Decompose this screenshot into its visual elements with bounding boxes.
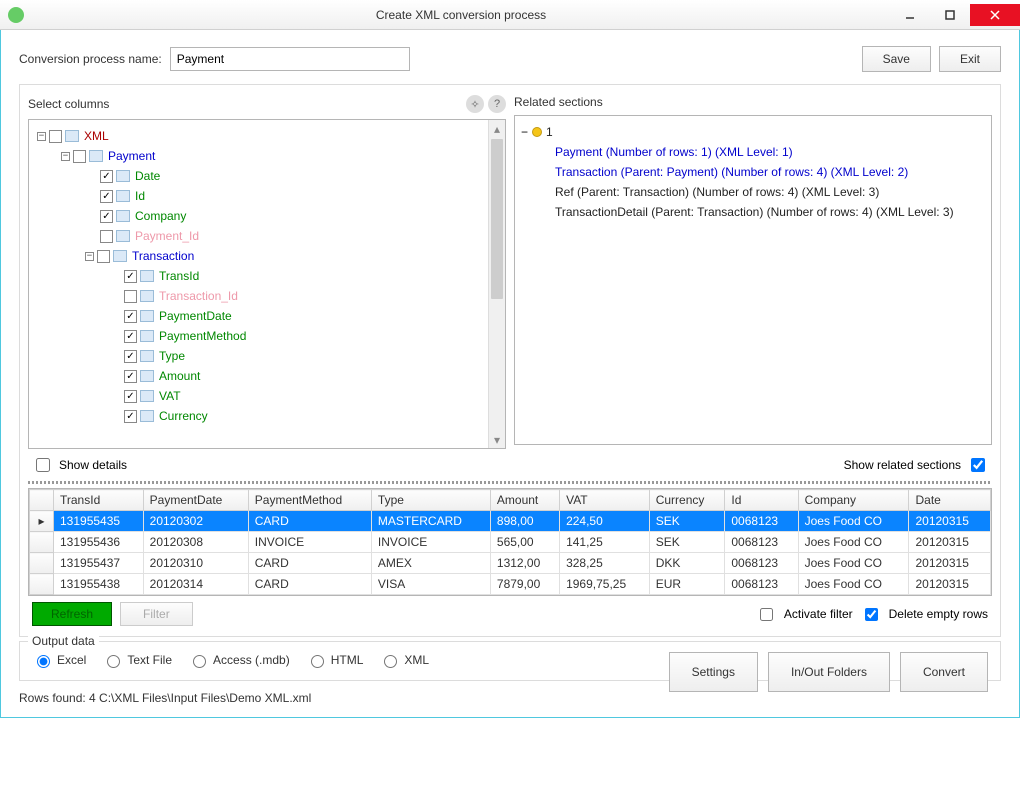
table-row[interactable]: ▸13195543520120302CARDMASTERCARD898,0022… — [30, 511, 991, 532]
filter-button[interactable]: Filter — [120, 602, 193, 626]
show-details-checkbox[interactable] — [36, 458, 50, 472]
delete-empty-label: Delete empty rows — [889, 607, 988, 621]
tree-scrollbar[interactable]: ▴▾ — [488, 120, 505, 448]
col-currency[interactable]: Currency — [649, 490, 725, 511]
process-name-label: Conversion process name: — [19, 52, 162, 66]
related-tree[interactable]: −1 Payment (Number of rows: 1) (XML Leve… — [514, 115, 992, 445]
table-row[interactable]: 13195543620120308INVOICEINVOICE565,00141… — [30, 532, 991, 553]
maximize-button[interactable] — [930, 4, 970, 26]
col-amount[interactable]: Amount — [490, 490, 559, 511]
table-row[interactable]: 13195543820120314CARDVISA7879,001969,75,… — [30, 574, 991, 595]
save-button[interactable]: Save — [862, 46, 931, 72]
show-related-label: Show related sections — [844, 458, 961, 472]
col-transid[interactable]: TransId — [54, 490, 144, 511]
titlebar: Create XML conversion process — [0, 0, 1020, 30]
output-access-radio[interactable] — [193, 655, 206, 668]
convert-button[interactable]: Convert — [900, 652, 988, 692]
output-excel-radio[interactable] — [37, 655, 50, 668]
splitter[interactable] — [28, 481, 992, 484]
output-html-radio[interactable] — [311, 655, 324, 668]
minimize-button[interactable] — [890, 4, 930, 26]
activate-filter-label: Activate filter — [784, 607, 853, 621]
process-name-input[interactable] — [170, 47, 410, 71]
exit-button[interactable]: Exit — [939, 46, 1001, 72]
show-details-label: Show details — [59, 458, 127, 472]
folders-button[interactable]: In/Out Folders — [768, 652, 890, 692]
delete-empty-checkbox[interactable] — [865, 608, 878, 621]
related-sections-label: Related sections — [514, 95, 603, 109]
col-date[interactable]: Date — [909, 490, 991, 511]
app-icon — [8, 7, 24, 23]
col-paymentdate[interactable]: PaymentDate — [143, 490, 248, 511]
close-button[interactable] — [970, 4, 1020, 26]
output-text-radio[interactable] — [107, 655, 120, 668]
activate-filter-checkbox[interactable] — [760, 608, 773, 621]
data-grid[interactable]: TransIdPaymentDatePaymentMethodTypeAmoun… — [28, 488, 992, 596]
col-type[interactable]: Type — [371, 490, 490, 511]
settings-button[interactable]: Settings — [669, 652, 758, 692]
col-vat[interactable]: VAT — [560, 490, 650, 511]
help-icon[interactable]: ? — [488, 95, 506, 113]
refresh-button[interactable]: Refresh — [32, 602, 112, 626]
wand-icon[interactable]: ✧ — [466, 95, 484, 113]
show-related-checkbox[interactable] — [971, 458, 985, 472]
output-data-legend: Output data — [28, 634, 99, 648]
window-title: Create XML conversion process — [32, 8, 890, 22]
output-xml-radio[interactable] — [384, 655, 397, 668]
columns-tree[interactable]: −XML −Payment ✓Date ✓Id ✓Company Payment… — [28, 119, 506, 449]
table-row[interactable]: 13195543720120310CARDAMEX1312,00328,25DK… — [30, 553, 991, 574]
col-paymentmethod[interactable]: PaymentMethod — [248, 490, 371, 511]
col-company[interactable]: Company — [798, 490, 909, 511]
col-id[interactable]: Id — [725, 490, 798, 511]
select-columns-label: Select columns — [28, 97, 109, 111]
